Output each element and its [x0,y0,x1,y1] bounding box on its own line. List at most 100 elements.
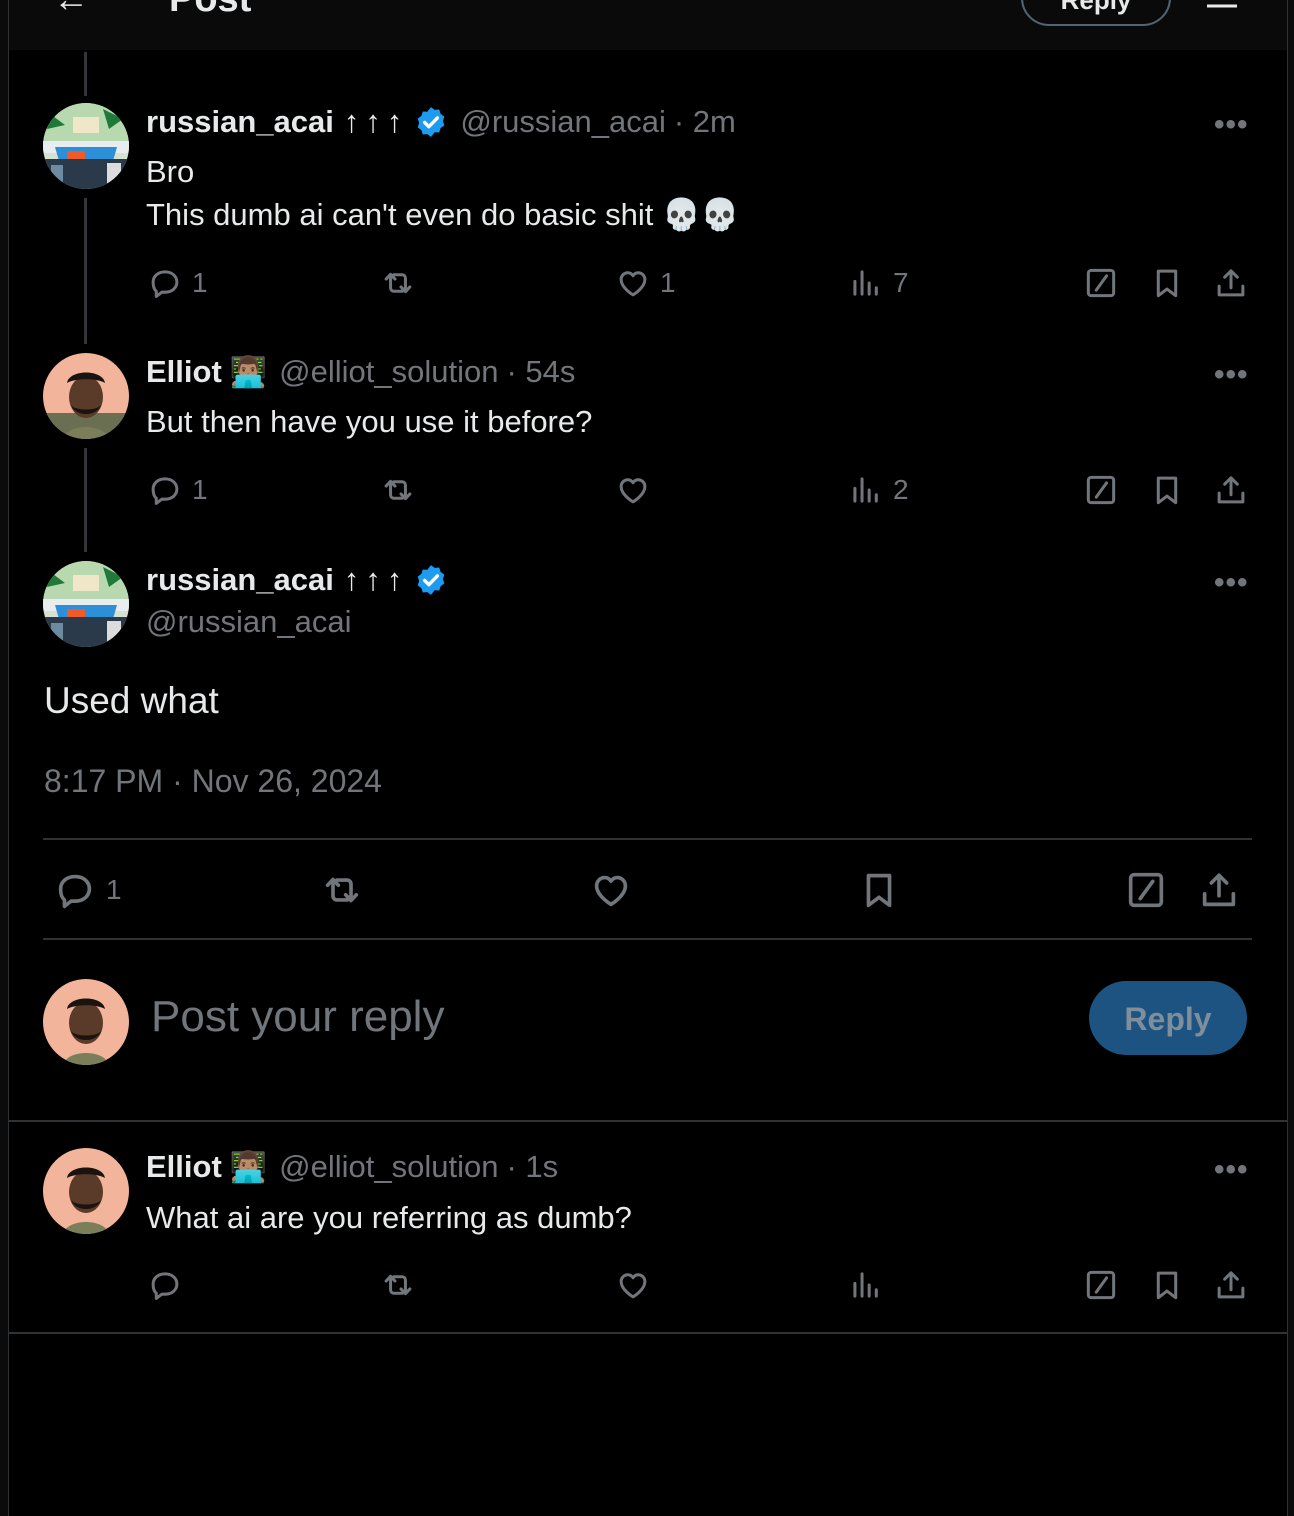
page-title: Post [169,0,251,21]
focused-post-text: Used what [44,680,219,721]
bookmark-icon [1148,264,1186,302]
share-icon [1212,264,1250,302]
heart-icon [588,867,634,913]
more-options-icon[interactable]: ••• [1214,108,1249,142]
author-name[interactable]: Elliot [146,354,222,390]
share-icon [1196,867,1242,913]
divider [9,1120,1287,1122]
avatar[interactable] [43,561,129,647]
reply-count: 1 [106,874,122,905]
grok-action[interactable] [1082,1266,1120,1304]
share-icon [1212,1266,1250,1304]
author-name-arrows: ↑↑↑ [343,562,409,597]
share-action[interactable] [1212,264,1250,302]
reply-action[interactable] [146,1266,184,1304]
bookmark-icon [856,867,902,913]
views-icon [847,1266,885,1304]
grok-icon [1082,1266,1120,1304]
arrow-left-icon[interactable]: ← [53,0,89,20]
like-action[interactable] [614,471,652,509]
repost-action[interactable] [319,867,365,913]
avatar[interactable] [43,353,129,439]
reply-count: 1 [192,474,208,505]
bookmark-action[interactable] [856,867,902,913]
divider [43,838,1252,840]
technologist-emoji: 👨🏽‍💻 [229,1150,268,1184]
repost-action[interactable] [379,471,417,509]
like-count: 1 [660,267,676,298]
top-bar: ← Post Reply [9,0,1287,50]
post-time[interactable]: · 54s [506,354,575,390]
post-header: russian_acai ↑↑↑ [146,562,448,598]
more-options-icon[interactable]: ••• [1214,358,1249,392]
post-text-line: What ai are you referring as dumb? [146,1200,632,1235]
composer-avatar [43,979,129,1065]
grok-action[interactable] [1123,867,1169,913]
repost-icon [379,1266,417,1304]
grok-action[interactable] [1082,264,1120,302]
thread-line [84,448,87,552]
post-timestamp[interactable]: 8:17 PM · Nov 26, 2024 [44,763,382,800]
author-handle[interactable]: @elliot_solution [279,1149,498,1185]
window-frame-left [0,0,9,1516]
heart-icon [614,264,652,302]
reply-action[interactable]: 1 [52,867,122,913]
repost-action[interactable] [379,1266,417,1304]
author-name[interactable]: russian_acai [146,104,334,140]
views-icon [847,264,885,302]
author-name[interactable]: russian_acai [146,562,334,598]
post-text-line: Bro [146,154,195,189]
views-action[interactable]: 7 [847,264,909,302]
header-reply-button[interactable]: Reply [1021,0,1171,26]
like-action[interactable] [614,1266,652,1304]
more-options-icon[interactable]: ••• [1214,1153,1249,1187]
views-count: 7 [893,267,909,298]
views-icon [847,471,885,509]
like-action[interactable]: 1 [614,264,676,302]
heart-icon [614,1266,652,1304]
views-action[interactable] [847,1266,885,1304]
reply-icon [146,471,184,509]
grok-icon [1123,867,1169,913]
avatar[interactable] [43,1148,129,1234]
like-action[interactable] [588,867,634,913]
author-handle[interactable]: @russian_acai [146,604,352,640]
author-name[interactable]: Elliot [146,1149,222,1185]
grok-icon [1082,264,1120,302]
repost-action[interactable] [379,264,417,302]
views-count: 2 [893,474,909,505]
share-action[interactable] [1196,867,1242,913]
thread-line [84,198,87,344]
verified-badge-icon [418,107,445,137]
reply-input[interactable]: Post your reply [151,992,444,1042]
author-handle[interactable]: @elliot_solution [279,354,498,390]
views-action[interactable]: 2 [847,471,909,509]
reply-action[interactable]: 1 [146,264,208,302]
reply-action[interactable]: 1 [146,471,208,509]
bookmark-action[interactable] [1148,264,1186,302]
author-handle[interactable]: @russian_acai [460,104,666,140]
filter-icon[interactable] [1205,0,1239,12]
post-time[interactable]: · 2m [674,104,736,140]
post-time[interactable]: · 1s [506,1149,558,1185]
grok-icon [1082,471,1120,509]
repost-icon [379,264,417,302]
post-header: Elliot 👨🏽‍💻 @elliot_solution · 54s [146,354,575,390]
reply-icon [146,264,184,302]
reply-icon [52,867,98,913]
verified-badge-icon [418,565,445,595]
more-options-icon[interactable]: ••• [1214,566,1249,600]
bookmark-action[interactable] [1148,471,1186,509]
bookmark-action[interactable] [1148,1266,1186,1304]
post-header: russian_acai ↑↑↑ @russian_acai · 2m [146,104,736,140]
thread-line [84,52,87,96]
reply-button[interactable]: Reply [1089,981,1247,1055]
share-action[interactable] [1212,1266,1250,1304]
avatar[interactable] [43,103,129,189]
share-action[interactable] [1212,471,1250,509]
divider [43,938,1252,940]
technologist-emoji: 👨🏽‍💻 [229,355,268,389]
grok-action[interactable] [1082,471,1120,509]
share-icon [1212,471,1250,509]
divider [9,1332,1287,1334]
